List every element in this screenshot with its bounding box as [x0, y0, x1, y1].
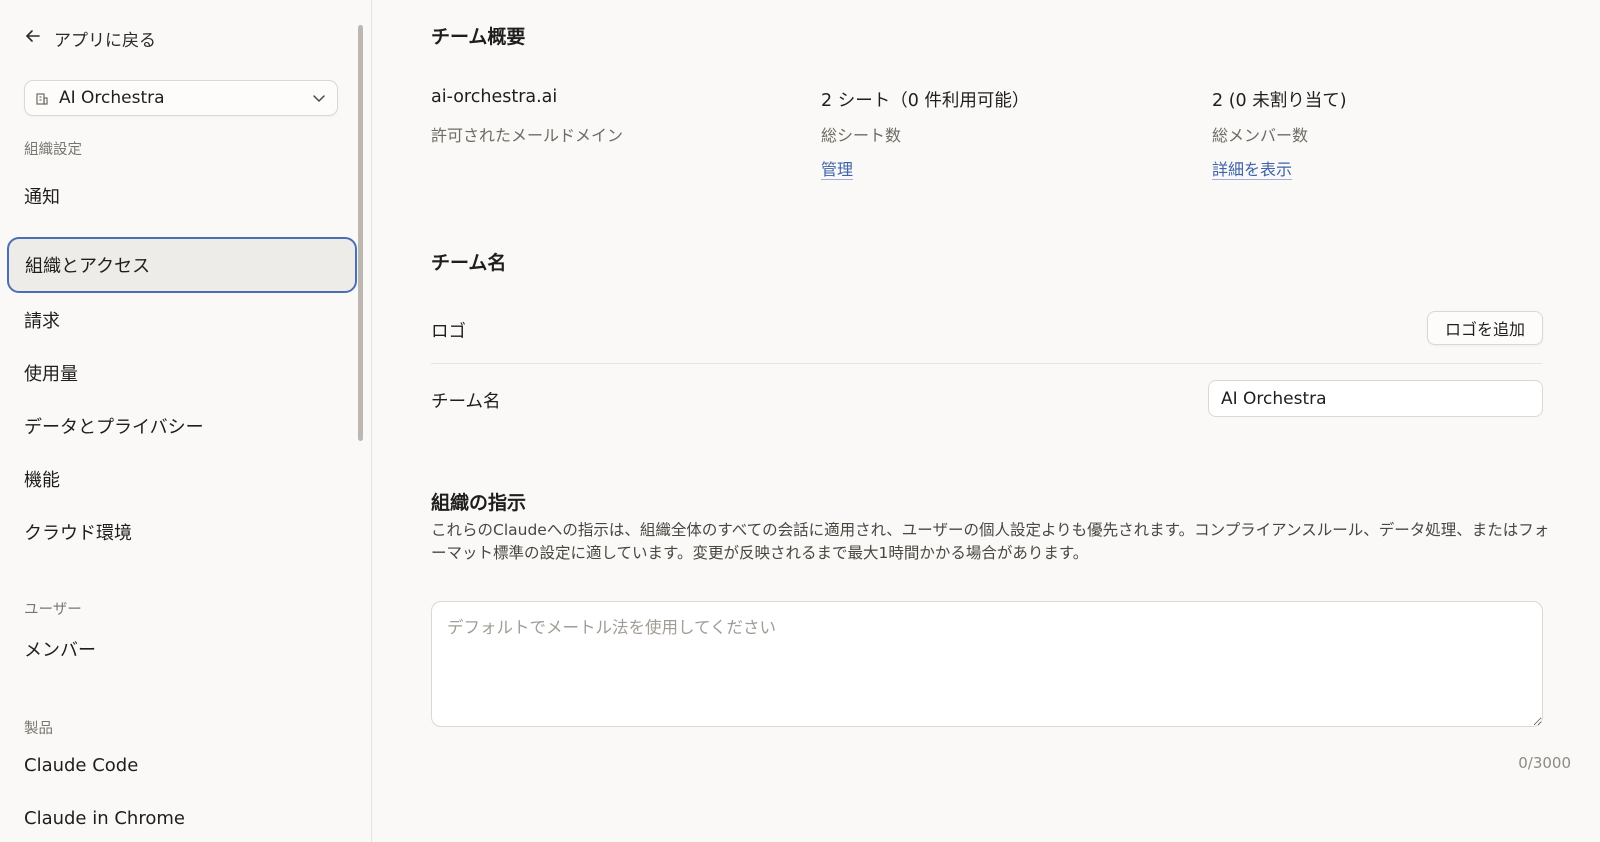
members-value: 2 (0 未割り当て) [1212, 91, 1347, 111]
organization-name: AI Orchestra [59, 88, 165, 108]
building-icon [35, 91, 49, 105]
arrow-left-icon [24, 27, 42, 50]
email-domain-value: ai-orchestra.ai [431, 87, 558, 107]
sidebar-item-claude-code[interactable]: Claude Code [24, 755, 138, 776]
sidebar-item-claude-in-chrome[interactable]: Claude in Chrome [24, 808, 185, 829]
organization-selector[interactable]: AI Orchestra [24, 80, 338, 116]
logo-label: ロゴ [431, 322, 466, 342]
sidebar-item-org-access[interactable]: 組織とアクセス [7, 237, 357, 293]
character-counter: 0/3000 [1518, 754, 1571, 772]
sidebar-item-data-privacy[interactable]: データとプライバシー [24, 413, 204, 439]
sidebar-item-usage[interactable]: 使用量 [24, 360, 78, 386]
org-instructions-description: これらのClaudeへの指示は、組織全体のすべての会話に適用され、ユーザーの個人… [431, 521, 1550, 562]
team-name-section-title: チーム名 [431, 252, 507, 274]
add-logo-button[interactable]: ロゴを追加 [1427, 311, 1543, 345]
back-to-app-link[interactable]: アプリに戻る [24, 26, 156, 51]
team-name-input[interactable] [1208, 380, 1543, 417]
team-overview-title: チーム概要 [431, 26, 526, 48]
manage-seats-link[interactable]: 管理 [821, 156, 853, 180]
sidebar-item-billing[interactable]: 請求 [24, 307, 60, 333]
sidebar-item-cloud-environment[interactable]: クラウド環境 [24, 519, 132, 545]
sidebar-item-features[interactable]: 機能 [24, 466, 60, 492]
org-instructions-title: 組織の指示 [431, 492, 527, 514]
org-instructions-textarea[interactable] [431, 601, 1543, 727]
sidebar-item-label: 組織とアクセス [25, 256, 151, 277]
section-label-products: 製品 [24, 721, 53, 737]
sidebar-scrollbar[interactable] [358, 25, 363, 441]
members-label: 総メンバー数 [1212, 126, 1309, 145]
section-label-users: ユーザー [24, 602, 82, 618]
chevron-down-icon [311, 90, 327, 106]
email-domain-label: 許可されたメールドメイン [431, 126, 624, 145]
seats-label: 総シート数 [821, 126, 902, 145]
settings-sidebar: アプリに戻る AI Orchestra 組織設定 通知 組織とアクセス 請求 使… [0, 0, 372, 842]
app-root: アプリに戻る AI Orchestra 組織設定 通知 組織とアクセス 請求 使… [0, 0, 1600, 842]
sidebar-item-notifications[interactable]: 通知 [24, 183, 60, 209]
seats-value: 2 シート（0 件利用可能） [821, 91, 1030, 111]
view-details-link[interactable]: 詳細を表示 [1212, 156, 1292, 180]
team-name-label: チーム名 [431, 392, 501, 412]
section-label-org-settings: 組織設定 [24, 142, 82, 158]
settings-main: チーム概要 ai-orchestra.ai 許可されたメールドメイン 2 シート… [372, 0, 1600, 842]
sidebar-item-members[interactable]: メンバー [24, 636, 96, 662]
back-link-label: アプリに戻る [54, 31, 156, 51]
row-divider [431, 363, 1542, 364]
